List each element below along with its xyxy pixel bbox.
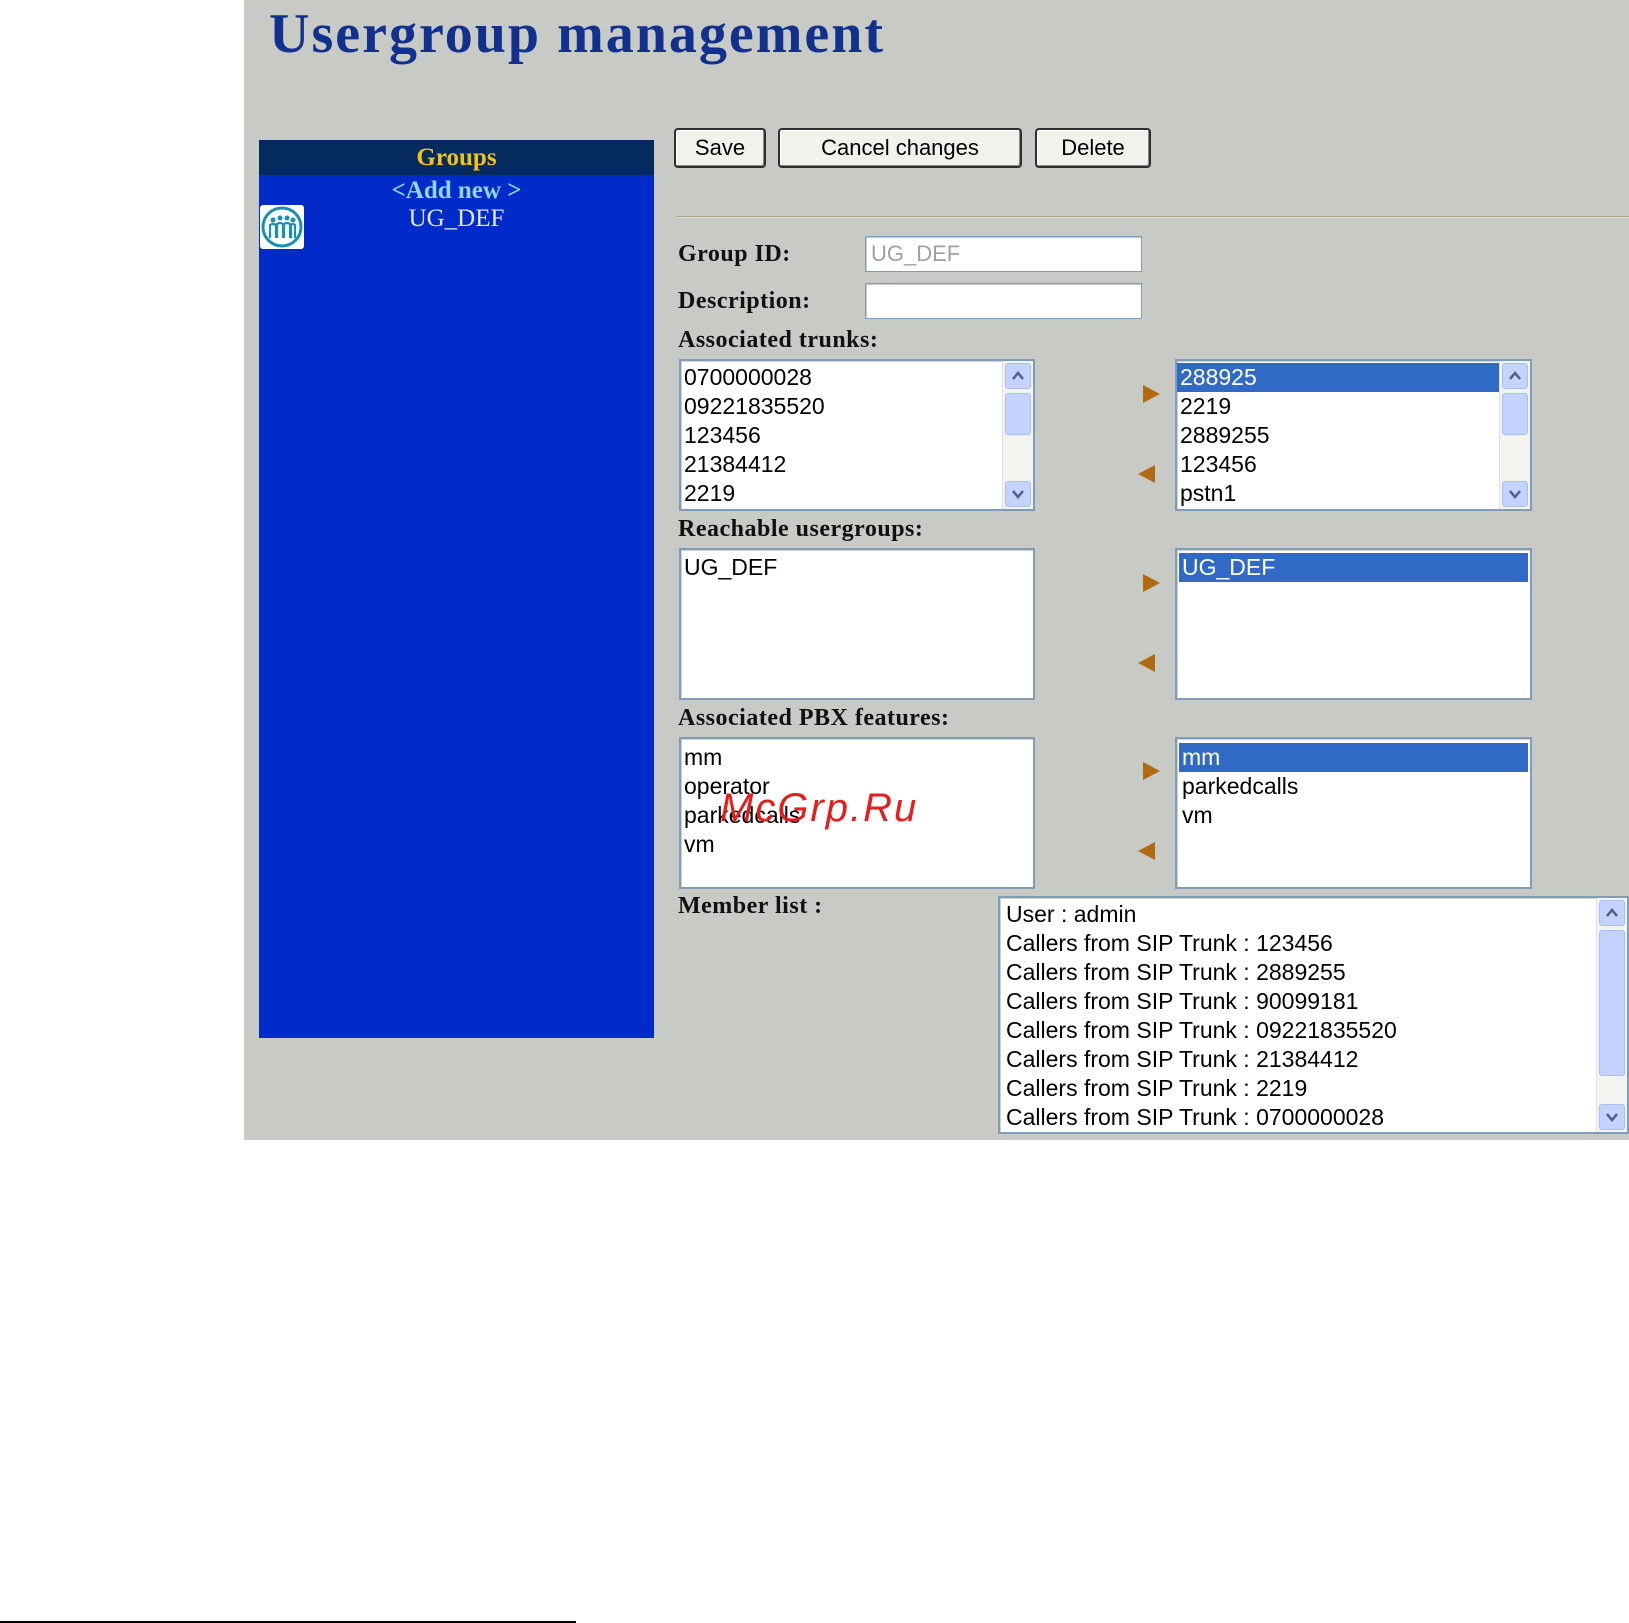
delete-button[interactable]: Delete: [1035, 128, 1151, 168]
scrollbar-thumb[interactable]: [1005, 393, 1031, 435]
scroll-up-icon[interactable]: [1502, 363, 1528, 389]
description-field[interactable]: [865, 283, 1142, 319]
app-panel: Usergroup management Groups <Add new > U…: [244, 0, 1629, 1140]
list-item[interactable]: 123456: [1177, 450, 1530, 479]
scrollbar[interactable]: [1596, 898, 1627, 1132]
list-item[interactable]: Callers from SIP Trunk : 09221835520: [1003, 1016, 1627, 1045]
group-icon: [260, 205, 304, 249]
list-item[interactable]: UG_DEF: [1179, 553, 1528, 582]
scroll-down-icon[interactable]: [1599, 1104, 1625, 1130]
add-feature-arrow-icon[interactable]: [1139, 759, 1163, 783]
list-item[interactable]: 09221835520: [681, 392, 1033, 421]
selected-trunks-listbox[interactable]: 288925 2219 2889255 123456 pstn1: [1175, 359, 1532, 511]
list-item[interactable]: Callers from SIP Trunk : 123456: [1003, 929, 1627, 958]
list-item[interactable]: vm: [1179, 801, 1528, 830]
list-item[interactable]: mm: [1179, 743, 1528, 772]
add-usergroup-arrow-icon[interactable]: [1139, 571, 1163, 595]
scroll-up-icon[interactable]: [1599, 900, 1625, 926]
group-id-label: Group ID:: [678, 241, 791, 267]
list-item[interactable]: UG_DEF: [681, 553, 1033, 582]
group-id-field[interactable]: [865, 236, 1142, 272]
member-list-label: Member list :: [678, 893, 823, 919]
remove-usergroup-arrow-icon[interactable]: [1135, 651, 1159, 675]
list-item[interactable]: 123456: [681, 421, 1033, 450]
cancel-changes-button[interactable]: Cancel changes: [778, 128, 1022, 168]
list-item[interactable]: 2219: [681, 479, 1033, 508]
scroll-down-icon[interactable]: [1502, 481, 1528, 507]
list-item[interactable]: 2889255: [1177, 421, 1530, 450]
remove-trunk-arrow-icon[interactable]: [1135, 462, 1159, 486]
description-label: Description:: [678, 288, 811, 314]
scrollbar-thumb[interactable]: [1502, 393, 1528, 435]
list-item[interactable]: Callers from SIP Trunk : 2889255: [1003, 958, 1627, 987]
scroll-down-icon[interactable]: [1005, 481, 1031, 507]
list-item[interactable]: 21384412: [681, 450, 1033, 479]
list-item[interactable]: mm: [681, 743, 1033, 772]
list-item[interactable]: 0700000028: [681, 363, 1033, 392]
list-item[interactable]: parkedcalls: [1179, 772, 1528, 801]
group-item-ug-def[interactable]: UG_DEF: [259, 205, 654, 255]
remove-feature-arrow-icon[interactable]: [1135, 839, 1159, 863]
save-button[interactable]: Save: [674, 128, 766, 168]
separator: [677, 216, 1629, 218]
list-item[interactable]: Callers from SIP Trunk : 2219: [1003, 1074, 1627, 1103]
watermark-text: McGrp.Ru: [720, 786, 919, 830]
scrollbar[interactable]: [1499, 361, 1530, 509]
group-item-label: UG_DEF: [408, 205, 505, 232]
page-title: Usergroup management: [269, 3, 886, 65]
available-trunks-listbox[interactable]: 0700000028 09221835520 123456 21384412 2…: [679, 359, 1035, 511]
groups-sidebar: Groups <Add new > UG_DEF: [259, 140, 654, 1038]
list-item[interactable]: 288925: [1177, 363, 1530, 392]
scrollbar[interactable]: [1002, 361, 1033, 509]
list-item[interactable]: Callers from SIP Trunk : 21384412: [1003, 1045, 1627, 1074]
list-item[interactable]: Callers from SIP Trunk : 0700000028: [1003, 1103, 1627, 1132]
selected-features-listbox[interactable]: mm parkedcalls vm: [1175, 737, 1532, 889]
list-item[interactable]: 2219: [1177, 392, 1530, 421]
list-item[interactable]: pstn1: [1177, 479, 1530, 508]
list-item[interactable]: vm: [681, 830, 1033, 859]
groups-header: Groups: [259, 140, 654, 175]
scrollbar-thumb[interactable]: [1599, 930, 1625, 1076]
list-item[interactable]: User : admin: [1003, 900, 1627, 929]
add-trunk-arrow-icon[interactable]: [1139, 382, 1163, 406]
add-new-group-link[interactable]: <Add new >: [259, 177, 654, 205]
member-listbox[interactable]: User : admin Callers from SIP Trunk : 12…: [998, 896, 1629, 1134]
reachable-usergroups-label: Reachable usergroups:: [678, 516, 924, 542]
associated-trunks-label: Associated trunks:: [678, 327, 879, 353]
scroll-up-icon[interactable]: [1005, 363, 1031, 389]
list-item[interactable]: Callers from SIP Trunk : 90099181: [1003, 987, 1627, 1016]
selected-usergroups-listbox[interactable]: UG_DEF: [1175, 548, 1532, 700]
available-usergroups-listbox[interactable]: UG_DEF: [679, 548, 1035, 700]
pbx-features-label: Associated PBX features:: [678, 705, 950, 731]
